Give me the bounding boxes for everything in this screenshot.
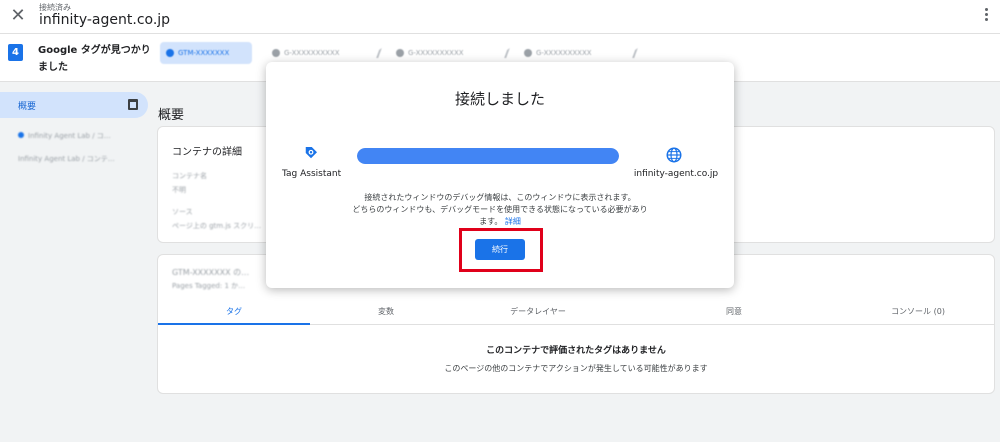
page-title: 概要 bbox=[158, 108, 185, 123]
connected-domain: infinity-agent.co.jp bbox=[39, 12, 171, 28]
sidebar-entry[interactable]: Infinity Agent Lab / コンテ… bbox=[18, 154, 115, 164]
message-line: ます。 bbox=[479, 217, 503, 226]
continue-button[interactable]: 続行 bbox=[475, 239, 525, 260]
empty-state-subtitle: このページの他のコンテナでアクションが発生している可能性があります bbox=[444, 364, 708, 373]
container-header: GTM-XXXXXXX の… bbox=[172, 268, 250, 277]
tag-count-badge: 4 bbox=[8, 44, 23, 61]
top-bar: ✕ 接続済み infinity-agent.co.jp bbox=[0, 0, 1000, 34]
tag-assistant-label: Tag Assistant bbox=[282, 169, 342, 179]
connection-progress-bar bbox=[357, 148, 619, 164]
more-vert-icon[interactable] bbox=[984, 8, 990, 24]
tag-chip[interactable]: G-XXXXXXXXXX bbox=[518, 42, 638, 64]
field-label: ソース bbox=[172, 208, 193, 216]
card-heading: コンテナの詳細 bbox=[172, 147, 242, 158]
tab-datalayer[interactable]: データレイヤー bbox=[462, 301, 614, 325]
signal-icon bbox=[368, 48, 382, 58]
tag-chip[interactable]: GTM-XXXXXXX bbox=[160, 42, 252, 64]
message-line: 接続されたウィンドウのデバッグ情報は、このウィンドウに表示されます。 bbox=[364, 193, 636, 202]
tab-consent[interactable]: 同意 bbox=[658, 301, 810, 325]
close-icon[interactable]: ✕ bbox=[9, 7, 27, 25]
tag-icon bbox=[166, 49, 174, 57]
site-label: infinity-agent.co.jp bbox=[633, 169, 719, 179]
field-value: 不明 bbox=[172, 186, 186, 194]
dialog-title: 接続しました bbox=[454, 90, 545, 108]
sidebar-item-label: 概要 bbox=[18, 102, 37, 112]
tab-variables[interactable]: 変数 bbox=[310, 301, 462, 325]
details-link[interactable]: 詳細 bbox=[505, 217, 521, 226]
sidebar-item-summary[interactable]: 概要 bbox=[0, 92, 148, 118]
container-subheader: Pages Tagged: 1 か… bbox=[172, 282, 246, 290]
connected-dialog: 接続しました Tag Assistant infinity-agent.co.j… bbox=[266, 62, 734, 288]
empty-state-title: このコンテナで評価されたタグはありません bbox=[486, 346, 666, 356]
message-line: どちらのウィンドウも、デバッグモードを使用できる状態になっている必要があり bbox=[352, 205, 648, 214]
progress-fill bbox=[357, 148, 619, 164]
page-dot-icon bbox=[18, 132, 24, 138]
tag-assistant-icon bbox=[305, 147, 317, 159]
field-value: ページ上の gtm.js スクリ… bbox=[172, 222, 262, 230]
signal-icon bbox=[624, 48, 638, 58]
sidebar-entry[interactable]: Infinity Agent Lab / コ… bbox=[18, 131, 111, 141]
tags-found-text: Google タグが見つかりました bbox=[38, 45, 151, 73]
tag-icon bbox=[524, 49, 532, 57]
sidebar: 概要 Infinity Agent Lab / コ… Infinity Agen… bbox=[0, 82, 150, 442]
tab-console[interactable]: コンソール (0) bbox=[842, 301, 994, 325]
signal-icon bbox=[496, 48, 510, 58]
tab-tags[interactable]: タグ bbox=[158, 301, 310, 325]
tag-chip[interactable]: G-XXXXXXXXXX bbox=[266, 42, 382, 64]
tab-bar: タグ 変数 データレイヤー 同意 コンソール (0) bbox=[158, 301, 994, 325]
tag-chip[interactable]: G-XXXXXXXXXX bbox=[390, 42, 510, 64]
delete-icon[interactable] bbox=[128, 99, 138, 110]
field-label: コンテナ名 bbox=[172, 172, 207, 180]
tag-icon bbox=[272, 49, 280, 57]
globe-icon bbox=[666, 147, 682, 163]
dialog-message: 接続されたウィンドウのデバッグ情報は、このウィンドウに表示されます。 どちらのウ… bbox=[306, 192, 694, 228]
tag-icon bbox=[396, 49, 404, 57]
